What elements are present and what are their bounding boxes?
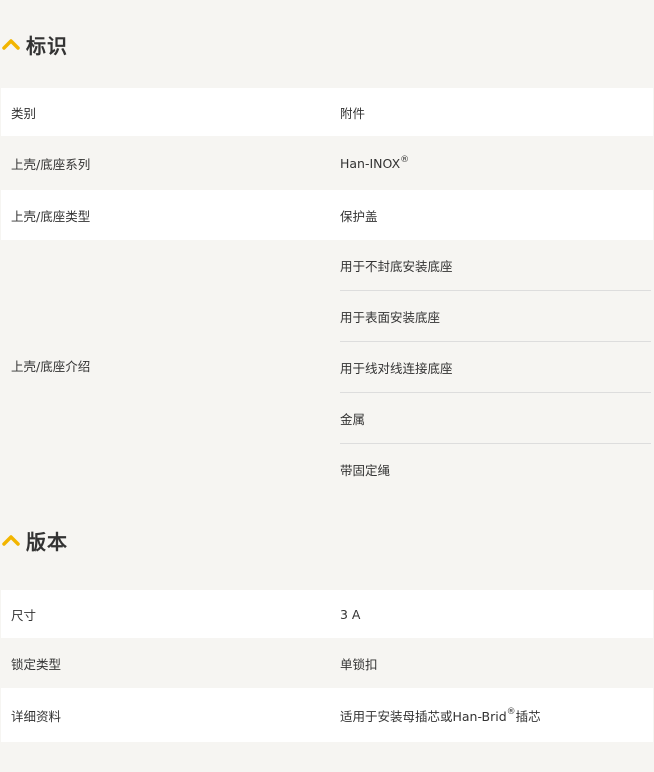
row-value: 单锁扣 (340, 656, 378, 672)
table-row: 上壳/底座介绍 用于不封底安装底座 用于表面安装底座 用于线对线连接底座 金属 … (1, 240, 653, 490)
registered-mark: ® (400, 155, 410, 165)
row-label: 上壳/底座介绍 (11, 358, 91, 374)
chevron-up-icon (2, 39, 20, 50)
row-label: 锁定类型 (11, 656, 62, 672)
section-title: 版本 (26, 529, 68, 554)
table-row: 类别 附件 (1, 88, 653, 136)
row-value: 适用于安装母插芯或Han-Brid ® 插芯 (330, 688, 653, 742)
section-title: 标识 (26, 33, 68, 58)
row-value: 附件 (340, 105, 366, 121)
row-value: 3 A (340, 606, 361, 622)
row-value: Han-INOX ® (330, 136, 653, 190)
table-row: 上壳/底座类型 保护盖 (1, 190, 653, 240)
list-item: 用于线对线连接底座 (340, 342, 651, 393)
registered-mark: ® (506, 707, 516, 717)
row-label: 上壳/底座系列 (11, 156, 91, 172)
section-header-identification[interactable]: 标识 (0, 0, 654, 88)
row-label: 上壳/底座类型 (11, 208, 91, 224)
table-row: 上壳/底座系列 Han-INOX ® (1, 136, 653, 190)
list-item: 金属 (340, 393, 651, 444)
chevron-up-icon (2, 535, 20, 546)
list-item: 带固定绳 (340, 462, 391, 478)
table-row: 详细资料 适用于安装母插芯或Han-Brid ® 插芯 (1, 688, 653, 742)
row-value: 保护盖 (340, 208, 378, 224)
version-table: 尺寸 3 A 锁定类型 单锁扣 详细资料 适用于安装母插芯或Han-Brid ® 插… (1, 590, 653, 742)
identification-table: 类别 附件 上壳/底座系列 Han-INOX ® 上壳/底座类型 保护盖 上壳/底… (1, 88, 653, 490)
list-item: 用于不封底安装底座 (340, 240, 651, 291)
row-label: 尺寸 (11, 607, 37, 623)
row-value-list: 用于不封底安装底座 用于表面安装底座 用于线对线连接底座 金属 带固定绳 (330, 240, 653, 490)
value-text: Han-INOX (340, 155, 401, 171)
row-label: 详细资料 (11, 708, 62, 724)
table-row: 锁定类型 单锁扣 (1, 638, 653, 688)
section-header-version[interactable]: 版本 (0, 490, 654, 590)
table-row: 尺寸 3 A (1, 590, 653, 638)
list-item: 用于表面安装底座 (340, 291, 651, 342)
value-text: 适用于安装母插芯或Han-Brid (340, 708, 507, 724)
row-label: 类别 (11, 105, 37, 121)
value-suffix: 插芯 (515, 708, 541, 724)
